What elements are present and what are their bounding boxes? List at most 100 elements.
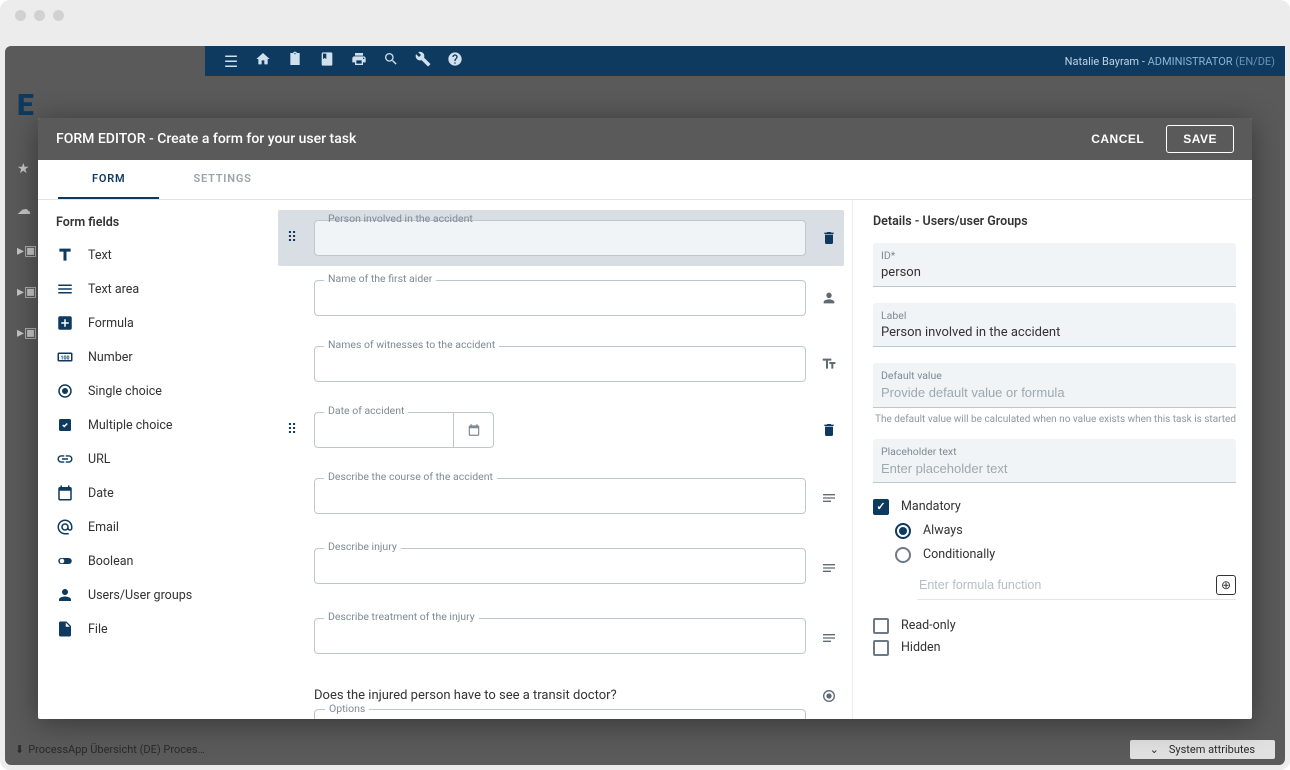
field-types-panel: Form fields Text Text area Formula 100Nu… — [38, 200, 258, 719]
formula-dialog-icon[interactable]: ⊕ — [1216, 575, 1236, 595]
radio-conditionally[interactable]: Conditionally — [895, 547, 1236, 563]
radio-icon — [56, 382, 74, 400]
modal-header: FORM EDITOR - Create a form for your use… — [38, 118, 1252, 160]
user-name: Natalie Bayram — [1065, 55, 1139, 68]
drag-handle-icon[interactable]: ⠿ — [280, 422, 304, 438]
field-row-person[interactable]: ⠿ Person involved in the accident — [278, 210, 844, 266]
search-icon[interactable] — [375, 51, 407, 71]
traffic-light-max[interactable] — [53, 10, 64, 21]
email-icon — [56, 518, 74, 536]
number-icon: 100 — [56, 348, 74, 366]
field-type-textarea[interactable]: Text area — [38, 272, 258, 306]
checkbox-icon — [56, 416, 74, 434]
first-aider-input[interactable] — [314, 280, 806, 316]
field-type-boolean[interactable]: Boolean — [38, 544, 258, 578]
save-button[interactable]: SAVE — [1166, 125, 1234, 153]
readonly-checkbox[interactable]: Read-only — [873, 618, 1236, 634]
formula-input[interactable] — [917, 577, 1216, 593]
app-background: ☰ Natalie Bayram — [5, 46, 1285, 765]
toggle-icon — [56, 552, 74, 570]
witnesses-input[interactable] — [314, 346, 806, 382]
field-label: Name of the first aider — [324, 272, 436, 285]
field-row-transit-doctor[interactable]: ⠿ Does the injured person have to see a … — [278, 684, 844, 719]
user-info[interactable]: Natalie Bayram - ADMINISTRATOR (EN/DE) — [1065, 55, 1275, 68]
field-row-first-aider[interactable]: ⠿ Name of the first aider — [278, 276, 844, 320]
detail-id-value: person — [881, 265, 921, 280]
field-type-email[interactable]: Email — [38, 510, 258, 544]
formula-icon — [56, 314, 74, 332]
clipboard-icon[interactable] — [279, 51, 311, 71]
injury-input[interactable] — [314, 548, 806, 584]
treatment-input[interactable] — [314, 618, 806, 654]
radio-always[interactable]: Always — [895, 523, 1236, 539]
field-label: Names of witnesses to the accident — [324, 338, 499, 351]
tab-settings[interactable]: SETTINGS — [159, 160, 285, 199]
detail-default-field[interactable]: Default value — [873, 363, 1236, 407]
person-input[interactable] — [314, 220, 806, 256]
detail-label-value: Person involved in the accident — [881, 325, 1060, 340]
user-role: ADMINISTRATOR — [1148, 55, 1233, 68]
print-icon[interactable] — [343, 51, 375, 71]
modal-tabs: FORM SETTINGS — [38, 160, 1252, 200]
detail-placeholder-field[interactable]: Placeholder text — [873, 439, 1236, 483]
person-icon — [816, 290, 842, 306]
textarea-icon — [816, 560, 842, 576]
delete-icon[interactable] — [816, 230, 842, 246]
footer-breadcrumb: ProcessApp Übersicht (DE) Proces… — [28, 743, 205, 756]
checkbox-icon — [873, 640, 889, 656]
field-row-treatment[interactable]: ⠿ Describe treatment of the injury — [278, 614, 844, 662]
detail-default-input[interactable] — [881, 384, 1228, 402]
browser-window: ☰ Natalie Bayram — [0, 0, 1290, 770]
field-row-date[interactable]: ⠿ Date of accident — [278, 408, 844, 452]
system-attributes-panel[interactable]: ⌄ System attributes — [1130, 740, 1275, 759]
wrench-icon[interactable] — [407, 51, 439, 71]
user-locale: (EN/DE) — [1235, 55, 1275, 68]
person-icon — [56, 586, 74, 604]
form-canvas: ⠿ Person involved in the accident ⠿ Name… — [258, 200, 852, 719]
textarea-icon — [816, 490, 842, 506]
options-box: Options Yes No — [314, 709, 806, 719]
date-input[interactable] — [314, 412, 454, 448]
traffic-light-close[interactable] — [15, 10, 26, 21]
field-row-course[interactable]: ⠿ Describe the course of the accident — [278, 474, 844, 522]
field-label: Describe treatment of the injury — [324, 610, 479, 623]
menu-icon[interactable]: ☰ — [215, 52, 247, 71]
cancel-button[interactable]: CANCEL — [1079, 126, 1156, 152]
radio-icon — [895, 547, 911, 563]
field-type-date[interactable]: Date — [38, 476, 258, 510]
calendar-icon — [56, 484, 74, 502]
field-row-witnesses[interactable]: ⠿ Names of witnesses to the accident — [278, 342, 844, 386]
home-icon[interactable] — [247, 51, 279, 71]
field-type-url[interactable]: URL — [38, 442, 258, 476]
svg-text:100: 100 — [60, 355, 69, 361]
field-type-number[interactable]: 100Number — [38, 340, 258, 374]
tab-form[interactable]: FORM — [58, 160, 159, 199]
calendar-icon[interactable] — [454, 412, 494, 448]
radio-icon — [895, 523, 911, 539]
mandatory-checkbox[interactable]: Mandatory — [873, 499, 1236, 515]
traffic-light-min[interactable] — [34, 10, 45, 21]
modal-title: FORM EDITOR - Create a form for your use… — [56, 131, 1079, 147]
delete-icon[interactable] — [816, 422, 842, 438]
field-row-injury[interactable]: ⠿ Describe injury — [278, 544, 844, 592]
help-icon[interactable] — [439, 51, 471, 71]
book-icon[interactable] — [311, 51, 343, 71]
field-type-multiple-choice[interactable]: Multiple choice — [38, 408, 258, 442]
field-label: Date of accident — [324, 404, 408, 417]
conditional-formula-field[interactable]: ⊕ — [917, 571, 1236, 600]
file-icon — [56, 620, 74, 638]
drag-handle-icon[interactable]: ⠿ — [280, 230, 304, 246]
field-type-users[interactable]: Users/User groups — [38, 578, 258, 612]
field-type-single-choice[interactable]: Single choice — [38, 374, 258, 408]
app-logo: E — [17, 88, 34, 123]
field-type-formula[interactable]: Formula — [38, 306, 258, 340]
hidden-checkbox[interactable]: Hidden — [873, 640, 1236, 656]
detail-placeholder-input[interactable] — [881, 460, 1228, 478]
course-input[interactable] — [314, 478, 806, 514]
detail-id-field[interactable]: ID* person — [873, 243, 1236, 287]
field-type-file[interactable]: File — [38, 612, 258, 646]
field-type-text[interactable]: Text — [38, 238, 258, 272]
question-text: Does the injured person have to see a tr… — [314, 688, 806, 703]
detail-label-field[interactable]: Label Person involved in the accident — [873, 303, 1236, 347]
field-label: Describe injury — [324, 540, 401, 553]
